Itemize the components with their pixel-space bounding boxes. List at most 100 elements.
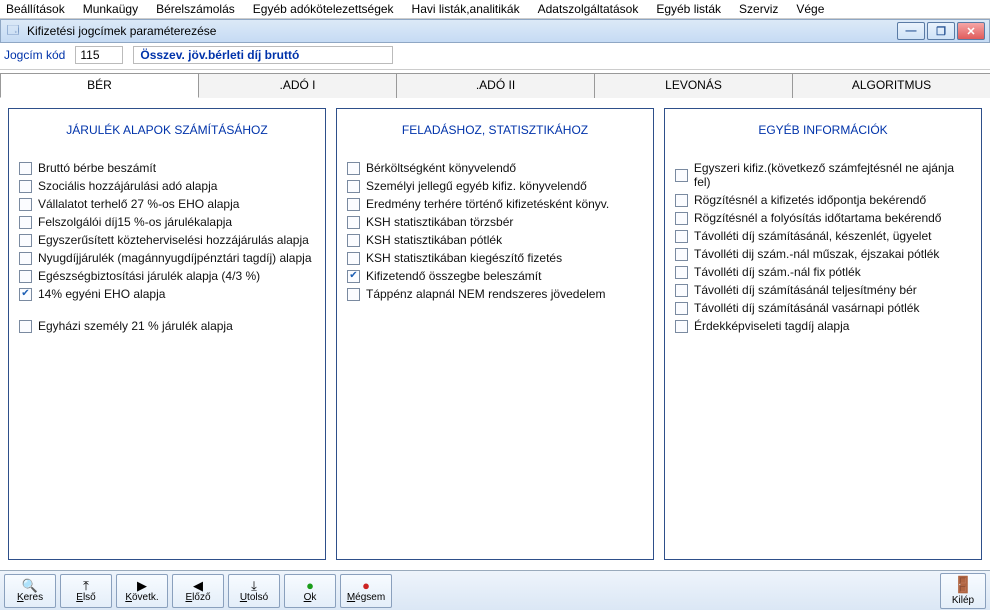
checkbox-icon [19, 180, 32, 193]
btn-kovetk[interactable]: ▶Követk. [116, 574, 168, 608]
window-titlebar: 🗔 Kifizetési jogcímek paraméterezése — ❐… [0, 19, 990, 43]
chk-left-2[interactable]: Vállalatot terhelő 27 %-os EHO alapja [19, 197, 315, 211]
checkbox-label: Vállalatot terhelő 27 %-os EHO alapja [38, 197, 239, 211]
tab-ado2[interactable]: .ADÓ II [396, 73, 595, 98]
menu-egyeblistak[interactable]: Egyéb listák [656, 2, 721, 16]
menu-berelszamolas[interactable]: Bérelszámolás [156, 2, 235, 16]
chk-right-7[interactable]: Távolléti díj számításánál vasárnapi pót… [675, 301, 971, 315]
checkbox-label: Személyi jellegű egyéb kifiz. könyvelend… [366, 179, 587, 193]
checkbox-icon [675, 320, 688, 333]
chk-right-6[interactable]: Távolléti díj számításánál teljesítmény … [675, 283, 971, 297]
chk-right-1[interactable]: Rögzítésnél a kifizetés időpontja bekére… [675, 193, 971, 207]
btn-utolso[interactable]: ⤓Utolsó [228, 574, 280, 608]
chk-left-5[interactable]: Nyugdíjjárulék (magánnyugdíjpénztári tag… [19, 251, 315, 265]
checkbox-icon [19, 320, 32, 333]
checkbox-label: Táppénz alapnál NEM rendszeres jövedelem [366, 287, 605, 301]
chk-mid-6[interactable]: Kifizetendő összegbe beleszámít [347, 269, 643, 283]
chk-left-extra-0[interactable]: Egyházi személy 21 % járulék alapja [19, 319, 315, 333]
checkbox-icon [347, 288, 360, 301]
checkbox-icon [675, 169, 688, 182]
tab-ber[interactable]: BÉR [0, 73, 199, 98]
ok-icon: ● [306, 579, 314, 592]
checkbox-icon [675, 212, 688, 225]
btn-kilep[interactable]: 🚪Kilép [940, 573, 986, 609]
description-input[interactable]: Összev. jöv.bérleti díj bruttó [133, 46, 393, 64]
checkbox-label: KSH statisztikában törzsbér [366, 215, 513, 229]
checkbox-label: KSH statisztikában kiegészítő fizetés [366, 251, 562, 265]
chk-right-0[interactable]: Egyszeri kifiz.(következő számfejtésnél … [675, 161, 971, 189]
chk-mid-2[interactable]: Eredmény terhére történő kifizetésként k… [347, 197, 643, 211]
chk-mid-7[interactable]: Táppénz alapnál NEM rendszeres jövedelem [347, 287, 643, 301]
chk-mid-1[interactable]: Személyi jellegű egyéb kifiz. könyvelend… [347, 179, 643, 193]
checkbox-label: Távolléti díj számításánál vasárnapi pót… [694, 301, 919, 315]
chk-left-7[interactable]: 14% egyéni EHO alapja [19, 287, 315, 301]
panel-feladas-title: FELADÁSHOZ, STATISZTIKÁHOZ [347, 123, 643, 137]
app-icon: 🗔 [5, 23, 21, 39]
header-row: Jogcím kód 115 Összev. jöv.bérleti díj b… [0, 43, 990, 70]
chk-left-6[interactable]: Egészségbiztosítási járulék alapja (4/3 … [19, 269, 315, 283]
btn-ok[interactable]: ●Ok [284, 574, 336, 608]
checkbox-label: Eredmény terhére történő kifizetésként k… [366, 197, 609, 211]
code-input[interactable]: 115 [75, 46, 123, 64]
menu-szerviz[interactable]: Szerviz [739, 2, 778, 16]
chk-left-3[interactable]: Felszolgálói díj15 %-os járulékalapja [19, 215, 315, 229]
tabs: BÉR .ADÓ I .ADÓ II LEVONÁS ALGORITMUS [0, 70, 990, 98]
chk-right-4[interactable]: Távolléti dij szám.-nál műszak, éjszakai… [675, 247, 971, 261]
last-icon: ⤓ [251, 579, 257, 592]
exit-icon: 🚪 [953, 575, 973, 595]
bottom-toolbar: 🔍Keres ⤒Első ▶Követk. ◀Előző ⤓Utolsó ●Ok… [0, 570, 990, 610]
next-icon: ▶ [137, 579, 147, 592]
chk-right-3[interactable]: Távolléti díj számításánál, készenlét, ü… [675, 229, 971, 243]
tab-levonas[interactable]: LEVONÁS [594, 73, 793, 98]
checkbox-label: Felszolgálói díj15 %-os járulékalapja [38, 215, 232, 229]
btn-keres[interactable]: 🔍Keres [4, 574, 56, 608]
tab-algoritmus[interactable]: ALGORITMUS [792, 73, 990, 98]
chk-right-8[interactable]: Érdekképviseleti tagdíj alapja [675, 319, 971, 333]
checkbox-label: Rögzítésnél a folyósítás időtartama beké… [694, 211, 941, 225]
checkbox-label: 14% egyéni EHO alapja [38, 287, 165, 301]
maximize-button[interactable]: ❐ [927, 22, 955, 40]
menu-egyebado[interactable]: Egyéb adókötelezettségek [253, 2, 394, 16]
panel-jarulek: JÁRULÉK ALAPOK SZÁMÍTÁSÁHOZ Bruttó bérbe… [8, 108, 326, 560]
chk-mid-5[interactable]: KSH statisztikában kiegészítő fizetés [347, 251, 643, 265]
panel-jarulek-title: JÁRULÉK ALAPOK SZÁMÍTÁSÁHOZ [19, 123, 315, 137]
checkbox-label: Távolléti díj számításánál, készenlét, ü… [694, 229, 931, 243]
menu-vege[interactable]: Vége [796, 2, 824, 16]
checkbox-label: Rögzítésnél a kifizetés időpontja bekére… [694, 193, 926, 207]
checkbox-icon [347, 198, 360, 211]
btn-megsem[interactable]: ●Mégsem [340, 574, 392, 608]
close-button[interactable]: ✕ [957, 22, 985, 40]
chk-mid-0[interactable]: Bérköltségként könyvelendő [347, 161, 643, 175]
checkbox-label: Érdekképviseleti tagdíj alapja [694, 319, 849, 333]
btn-elso[interactable]: ⤒Első [60, 574, 112, 608]
menu-havilistak[interactable]: Havi listák,analitikák [412, 2, 520, 16]
menu-munkaugy[interactable]: Munkaügy [83, 2, 138, 16]
checkbox-label: Bruttó bérbe beszámít [38, 161, 156, 175]
menubar: Beállítások Munkaügy Bérelszámolás Egyéb… [0, 0, 990, 19]
checkbox-icon [347, 252, 360, 265]
chk-mid-3[interactable]: KSH statisztikában törzsbér [347, 215, 643, 229]
menu-beallitasok[interactable]: Beállítások [6, 2, 65, 16]
panel-egyeb-title: EGYÉB INFORMÁCIÓK [675, 123, 971, 137]
checkbox-icon [347, 162, 360, 175]
checkbox-label: Szociális hozzájárulási adó alapja [38, 179, 217, 193]
chk-right-5[interactable]: Távolléti díj szám.-nál fix pótlék [675, 265, 971, 279]
menu-adatszolg[interactable]: Adatszolgáltatások [538, 2, 639, 16]
btn-elozo[interactable]: ◀Előző [172, 574, 224, 608]
checkbox-icon [19, 234, 32, 247]
tab-content: JÁRULÉK ALAPOK SZÁMÍTÁSÁHOZ Bruttó bérbe… [0, 98, 990, 570]
checkbox-label: Kifizetendő összegbe beleszámít [366, 269, 541, 283]
chk-left-4[interactable]: Egyszerűsített közteherviselési hozzájár… [19, 233, 315, 247]
chk-left-0[interactable]: Bruttó bérbe beszámít [19, 161, 315, 175]
checkbox-label: Távolléti díj számításánál teljesítmény … [694, 283, 917, 297]
minimize-button[interactable]: — [897, 22, 925, 40]
chk-right-2[interactable]: Rögzítésnél a folyósítás időtartama beké… [675, 211, 971, 225]
chk-left-1[interactable]: Szociális hozzájárulási adó alapja [19, 179, 315, 193]
chk-mid-4[interactable]: KSH statisztikában pótlék [347, 233, 643, 247]
checkbox-label: KSH statisztikában pótlék [366, 233, 502, 247]
tab-ado1[interactable]: .ADÓ I [198, 73, 397, 98]
checkbox-icon [675, 284, 688, 297]
window-title: Kifizetési jogcímek paraméterezése [27, 24, 897, 38]
checkbox-icon [675, 248, 688, 261]
checkbox-icon [675, 194, 688, 207]
